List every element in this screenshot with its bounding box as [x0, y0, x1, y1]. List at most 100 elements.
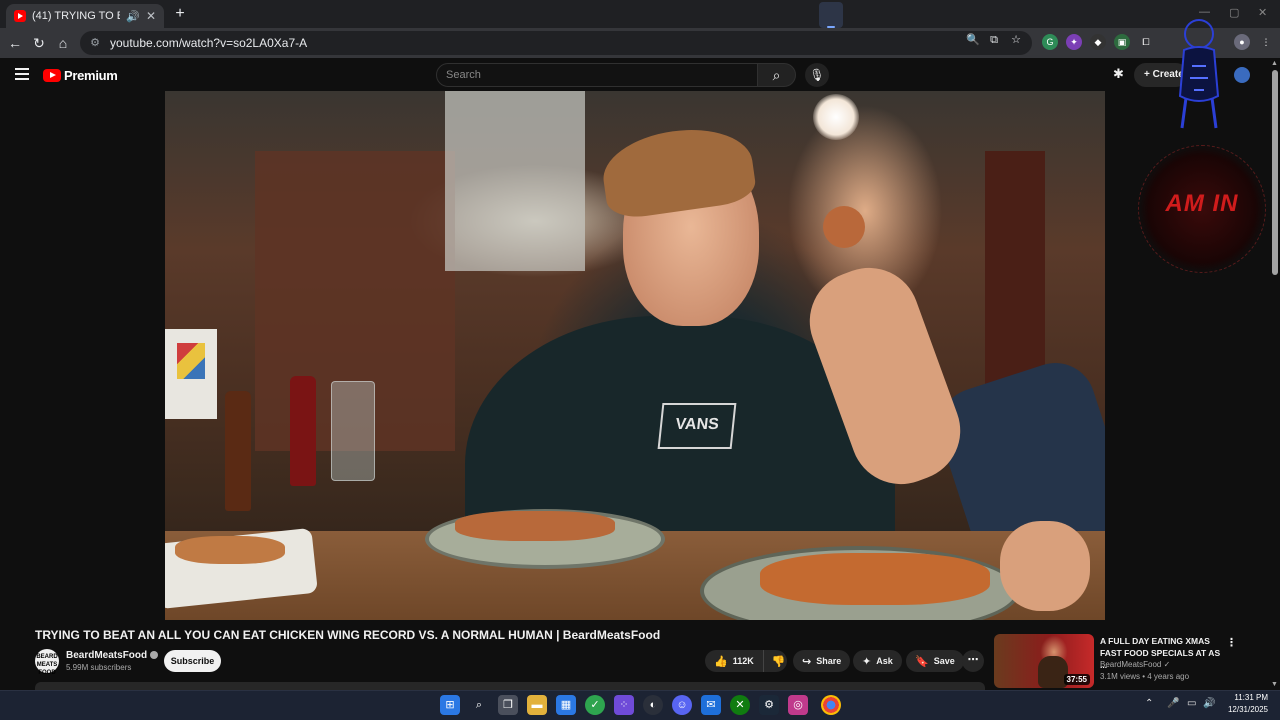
extension-icon[interactable]: ◆ [1090, 34, 1106, 50]
extension-icon[interactable]: ✦ [1066, 34, 1082, 50]
chrome-menu-icon[interactable]: ⋮ [1258, 34, 1274, 50]
tab-title: (41) TRYING TO BEAT AN ALL [32, 10, 120, 22]
new-tab-button[interactable]: + [170, 5, 190, 23]
blue-wireframe-figure [1178, 19, 1220, 129]
red-globe-text: AM IN [1165, 190, 1239, 217]
tray-overflow-icon[interactable]: ⌃ [1145, 698, 1153, 709]
youtube-play-icon [43, 69, 61, 82]
dislike-button[interactable]: 👎 [764, 655, 794, 668]
xbox-icon[interactable]: ✕ [730, 695, 750, 715]
voice-search-button[interactable]: 🎙 [805, 63, 829, 87]
clock-time[interactable]: 11:31 PM [1230, 693, 1268, 702]
search-icon: ⌕ [772, 67, 781, 83]
discord-icon[interactable]: ☺ [672, 695, 692, 715]
search-button[interactable]: ⌕ [757, 63, 796, 87]
ask-label: Ask [876, 656, 893, 666]
youtube-premium-label: Premium [64, 68, 118, 83]
more-actions-button[interactable]: ⋯ [962, 650, 984, 672]
scroll-down-icon[interactable]: ▼ [1271, 681, 1278, 688]
youtube-header: Premium Search ⌕ 🎙 ✱ + Create [0, 58, 1280, 92]
steam-icon[interactable]: ⚙ [759, 695, 779, 715]
description-box[interactable] [35, 682, 985, 690]
channel-avatar[interactable]: BEARD MEATS FOOD [35, 649, 59, 676]
back-icon[interactable]: ← [6, 34, 24, 52]
url-text: youtube.com/watch?v=so2LA0Xa7-A [110, 36, 308, 50]
chicken-wings-left [175, 536, 285, 564]
like-button[interactable]: 👍 112K [705, 650, 764, 672]
related-video-meta: 3.1M views • 4 years ago [1100, 672, 1190, 681]
microphone-icon: 🎙 [809, 68, 825, 82]
reload-icon[interactable]: ↻ [30, 34, 48, 52]
task-view-icon[interactable]: ❐ [498, 695, 518, 715]
notification-bell-icon[interactable]: ✱ [1113, 66, 1124, 82]
network-icon[interactable]: ▭ [1187, 698, 1196, 709]
share-label: Share [816, 656, 842, 666]
like-count: 112K [732, 656, 754, 666]
clock-date[interactable]: 12/31/2025 [1222, 705, 1268, 714]
window-light [445, 91, 585, 271]
sparkle-icon: ✦ [862, 655, 872, 668]
second-person-hand [1000, 521, 1090, 611]
grammarly-extension-icon[interactable]: G [1042, 34, 1058, 50]
search-input[interactable]: Search [436, 63, 758, 87]
mail-icon[interactable]: ✉ [701, 695, 721, 715]
browser-tab-youtube[interactable]: (41) TRYING TO BEAT AN ALL 🔊 ✕ [6, 4, 164, 28]
home-icon[interactable]: ⌂ [54, 34, 72, 52]
channel-name-text: BeardMeatsFood [66, 650, 148, 661]
save-button[interactable]: 🔖 Save [906, 650, 964, 672]
related-video-menu-icon[interactable]: ⋮ [1226, 636, 1237, 649]
volume-icon[interactable]: 🔊 [1203, 698, 1215, 709]
soda-bottle [290, 376, 316, 486]
ask-button[interactable]: ✦ Ask [853, 650, 902, 672]
extension-icon[interactable]: ▣ [1114, 34, 1130, 50]
chicken-wings-center [455, 511, 615, 541]
file-explorer-icon[interactable]: ▬ [527, 695, 547, 715]
save-label: Save [933, 656, 955, 666]
app-icon[interactable]: ✓ [585, 695, 605, 715]
zoom-icon[interactable]: 🔍 [966, 33, 980, 47]
related-video-channel[interactable]: BeardMeatsFood ✓ [1100, 660, 1170, 669]
search-icon[interactable]: ⌕ [469, 695, 489, 715]
related-video-thumbnail[interactable]: 37:55 [994, 634, 1094, 688]
app-grid-icon[interactable]: ⁘ [614, 695, 634, 715]
windows-taskbar [0, 690, 1280, 720]
app-icon[interactable]: ◐ [643, 695, 663, 715]
bookmark-star-icon[interactable]: ☆ [1009, 33, 1023, 47]
store-icon[interactable]: ▦ [556, 695, 576, 715]
extensions-puzzle-icon[interactable]: ⧠ [1138, 34, 1154, 50]
tab-close-icon[interactable]: ✕ [146, 9, 156, 23]
hoodie-print: VANS [657, 403, 737, 449]
scroll-up-icon[interactable]: ▲ [1271, 60, 1278, 67]
install-app-icon[interactable]: ⧉ [987, 33, 1001, 47]
account-avatar[interactable] [1234, 67, 1250, 83]
youtube-favicon-icon [14, 10, 26, 22]
verified-check-icon: ✓ [1163, 660, 1171, 669]
scrollbar-thumb[interactable] [1272, 70, 1278, 275]
address-bar[interactable]: ⚙ youtube.com/watch?v=so2LA0Xa7-A [80, 31, 1032, 55]
thumbs-down-icon: 👎 [771, 655, 786, 668]
profile-avatar[interactable]: ● [1234, 34, 1250, 50]
browser-tab-strip: (41) TRYING TO BEAT AN ALL 🔊 ✕ + — ▢ ✕ [0, 0, 1280, 28]
share-icon: ↪ [802, 655, 812, 668]
speaker-icon[interactable]: 🔊 [126, 10, 140, 23]
app-icon[interactable]: ◎ [788, 695, 808, 715]
windows-start-icon[interactable]: ⊞ [440, 695, 460, 715]
menu-icon[interactable] [15, 68, 29, 80]
microphone-icon[interactable]: 🎤 [1167, 698, 1179, 709]
page-scrollbar[interactable]: ▲ ▼ [1270, 58, 1280, 690]
thumbs-up-icon: 👍 [714, 655, 728, 668]
subscribe-button[interactable]: Subscribe [164, 650, 221, 672]
maximize-button[interactable]: ▢ [1229, 6, 1239, 19]
share-button[interactable]: ↪ Share [793, 650, 851, 672]
channel-name[interactable]: BeardMeatsFood [66, 650, 159, 661]
browser-toolbar: ← ↻ ⌂ ⚙ youtube.com/watch?v=so2LA0Xa7-A … [0, 28, 1280, 58]
video-title: TRYING TO BEAT AN ALL YOU CAN EAT CHICKE… [35, 628, 661, 642]
close-window-button[interactable]: ✕ [1258, 6, 1267, 19]
chrome-icon[interactable] [821, 695, 841, 715]
youtube-logo[interactable]: Premium [43, 68, 118, 83]
site-info-icon[interactable]: ⚙ [88, 36, 102, 50]
video-player[interactable]: VANS [165, 91, 1105, 620]
like-dislike-group: 👍 112K 👎 [705, 650, 787, 672]
active-app-indicator [819, 2, 843, 28]
related-channel-text: BeardMeatsFood [1100, 660, 1162, 669]
